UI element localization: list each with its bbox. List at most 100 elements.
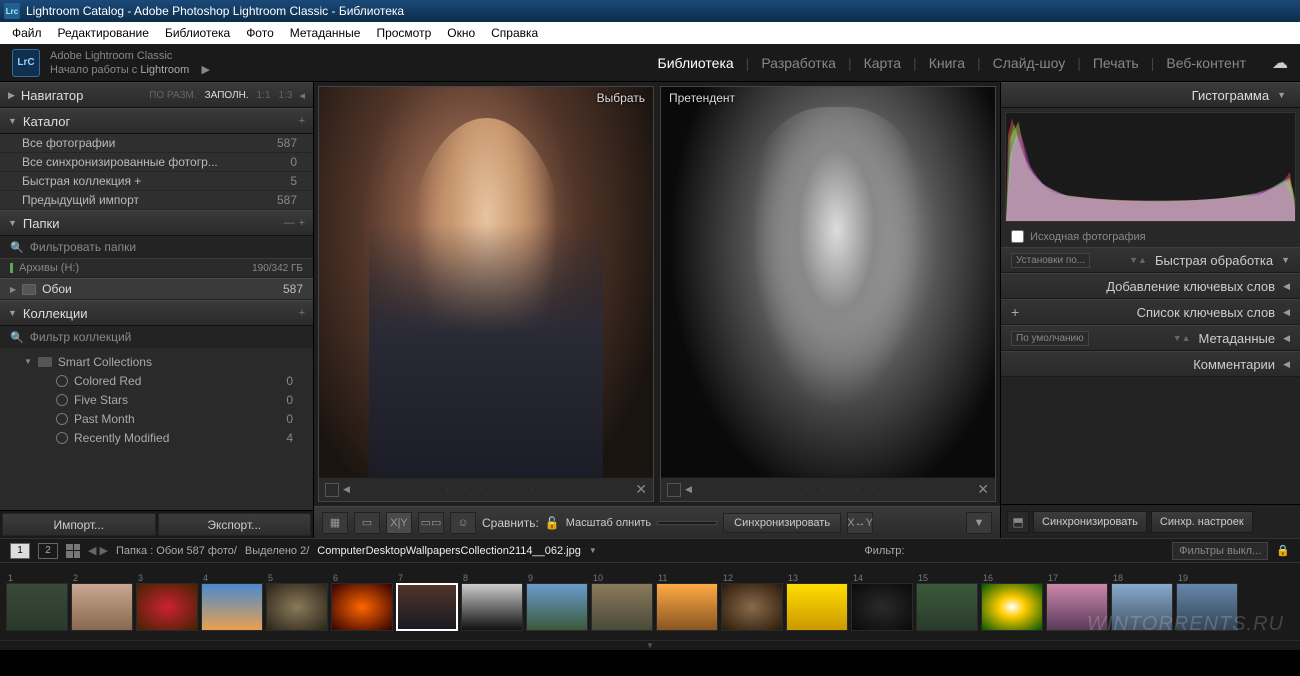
catalog-item-1[interactable]: Все синхронизированные фотогр...0 bbox=[0, 153, 313, 172]
thumbnail-12[interactable] bbox=[721, 583, 783, 631]
collection-item-0[interactable]: Colored Red0 bbox=[0, 371, 313, 390]
catalog-item-0[interactable]: Все фотографии587 bbox=[0, 134, 313, 153]
swap-button[interactable]: X↔Y bbox=[847, 512, 873, 534]
module-6[interactable]: Веб-контент bbox=[1154, 49, 1258, 77]
catalog-header[interactable]: ▼ Каталог + bbox=[0, 108, 313, 134]
filter-dropdown[interactable]: Фильтры выкл... bbox=[1172, 542, 1268, 560]
flag-icon[interactable] bbox=[325, 483, 339, 497]
thumbnail-9[interactable] bbox=[526, 583, 588, 631]
menu-Окно[interactable]: Окно bbox=[439, 24, 483, 42]
plus-icon[interactable]: + bbox=[299, 115, 305, 127]
grid-icon[interactable] bbox=[66, 544, 80, 558]
catalog-item-2[interactable]: Быстрая коллекция +5 bbox=[0, 172, 313, 191]
collection-item-3[interactable]: Recently Modified4 bbox=[0, 428, 313, 447]
candidate-pane[interactable]: Претендент ◀ · · · · · · ✕ bbox=[660, 86, 996, 502]
volume-row[interactable]: Архивы (H:) 190/342 ГБ bbox=[0, 258, 313, 278]
import-button[interactable]: Импорт... bbox=[2, 513, 156, 536]
thumbnail-8[interactable] bbox=[461, 583, 523, 631]
collection-filter[interactable]: 🔍 Фильтр коллекций bbox=[0, 326, 313, 348]
thumbnail-6[interactable] bbox=[331, 583, 393, 631]
monitor-2-button[interactable]: 2 bbox=[38, 543, 58, 559]
zoom-slider[interactable] bbox=[657, 521, 717, 525]
thumbnail-7[interactable] bbox=[396, 583, 458, 631]
histogram[interactable] bbox=[1005, 112, 1296, 222]
menu-Редактирование[interactable]: Редактирование bbox=[50, 24, 157, 42]
compare-view-button[interactable]: X|Y bbox=[386, 512, 412, 534]
survey-view-button[interactable]: ▭▭ bbox=[418, 512, 444, 534]
collapse-icon: ▼ bbox=[1277, 90, 1286, 100]
cloud-icon[interactable]: ☁ bbox=[1272, 53, 1288, 73]
grid-view-button[interactable]: ▦ bbox=[322, 512, 348, 534]
lock-icon[interactable]: 🔒 bbox=[1276, 544, 1290, 557]
comments-header[interactable]: Комментарии ◀ bbox=[1001, 351, 1300, 377]
menu-Справка[interactable]: Справка bbox=[483, 24, 546, 42]
collection-item-1[interactable]: Five Stars0 bbox=[0, 390, 313, 409]
plus-icon[interactable]: + bbox=[299, 217, 305, 229]
keywording-header[interactable]: Добавление ключевых слов ◀ bbox=[1001, 273, 1300, 299]
minus-icon[interactable]: — bbox=[284, 217, 295, 229]
menubar: ФайлРедактированиеБиблиотекаФотоМетаданн… bbox=[0, 22, 1300, 44]
module-1[interactable]: Разработка bbox=[749, 49, 848, 77]
metadata-dropdown[interactable]: По умолчанию bbox=[1011, 331, 1089, 346]
filmstrip-path[interactable]: Папка : Обои 587 фото/ bbox=[116, 545, 237, 557]
sync-metadata-button[interactable]: Синхронизировать bbox=[1033, 511, 1147, 533]
collapse-icon: ▼ bbox=[1281, 255, 1290, 265]
thumbnail-3[interactable] bbox=[136, 583, 198, 631]
close-icon[interactable]: ✕ bbox=[977, 481, 989, 498]
module-2[interactable]: Карта bbox=[852, 49, 913, 77]
quick-develop-header[interactable]: Установки по... ▼▲ Быстрая обработка ▼ bbox=[1001, 247, 1300, 273]
module-0[interactable]: Библиотека bbox=[646, 49, 746, 77]
menu-Просмотр[interactable]: Просмотр bbox=[368, 24, 439, 42]
thumbnail-16[interactable] bbox=[981, 583, 1043, 631]
preset-dropdown[interactable]: Установки по... bbox=[1011, 253, 1090, 268]
collection-item-2[interactable]: Past Month0 bbox=[0, 409, 313, 428]
smart-collections-row[interactable]: ▼ Smart Collections bbox=[0, 352, 313, 371]
loupe-view-button[interactable]: ▭ bbox=[354, 512, 380, 534]
sync-settings-button[interactable]: Синхр. настроек bbox=[1151, 511, 1253, 533]
collections-header[interactable]: ▼ Коллекции + bbox=[0, 300, 313, 326]
plus-icon[interactable]: + bbox=[299, 307, 305, 319]
monitor-1-button[interactable]: 1 bbox=[10, 543, 30, 559]
filmstrip-collapse[interactable]: ▼ bbox=[0, 640, 1300, 650]
thumbnail-11[interactable] bbox=[656, 583, 718, 631]
select-pane[interactable]: Выбрать ◀ · · · · · · ✕ bbox=[318, 86, 654, 502]
module-4[interactable]: Слайд-шоу bbox=[981, 49, 1078, 77]
thumbnail-2[interactable] bbox=[71, 583, 133, 631]
navigator-header[interactable]: ▶ Навигатор ПО РАЗМ.ЗАПОЛН.1:11:3 ◂ bbox=[0, 82, 313, 108]
app-icon: Lrc bbox=[4, 3, 20, 19]
folder-filter[interactable]: 🔍 Фильтровать папки bbox=[0, 236, 313, 258]
menu-Фото[interactable]: Фото bbox=[238, 24, 282, 42]
thumbnail-4[interactable] bbox=[201, 583, 263, 631]
menu-Метаданные[interactable]: Метаданные bbox=[282, 24, 369, 42]
flag-icon[interactable] bbox=[667, 483, 681, 497]
plus-icon[interactable]: + bbox=[1011, 304, 1019, 320]
folders-header[interactable]: ▼ Папки — + bbox=[0, 210, 313, 236]
chevron-left-icon[interactable]: ◀ bbox=[685, 484, 692, 495]
thumbnail-5[interactable] bbox=[266, 583, 328, 631]
export-button[interactable]: Экспорт... bbox=[158, 513, 312, 536]
chevron-down-icon[interactable]: ◂ bbox=[296, 89, 305, 102]
catalog-item-3[interactable]: Предыдущий импорт587 bbox=[0, 191, 313, 210]
people-view-button[interactable]: ☺ bbox=[450, 512, 476, 534]
thumbnail-1[interactable] bbox=[6, 583, 68, 631]
metadata-header[interactable]: По умолчанию ▼▲ Метаданные ◀ bbox=[1001, 325, 1300, 351]
sync-toggle[interactable]: ⬒ bbox=[1007, 511, 1029, 533]
navigator-zoom-options[interactable]: ПО РАЗМ.ЗАПОЛН.1:11:3 bbox=[149, 90, 292, 101]
chevron-left-icon[interactable]: ◀ bbox=[343, 484, 350, 495]
module-3[interactable]: Книга bbox=[917, 49, 977, 77]
histogram-header[interactable]: Гистограмма ▼ bbox=[1001, 82, 1300, 108]
thumbnail-13[interactable] bbox=[786, 583, 848, 631]
thumbnail-10[interactable] bbox=[591, 583, 653, 631]
menu-Файл[interactable]: Файл bbox=[4, 24, 50, 42]
lock-icon[interactable]: 🔓 bbox=[545, 516, 560, 530]
thumbnail-15[interactable] bbox=[916, 583, 978, 631]
menu-Библиотека[interactable]: Библиотека bbox=[157, 24, 238, 42]
module-5[interactable]: Печать bbox=[1081, 49, 1151, 77]
close-icon[interactable]: ✕ bbox=[635, 481, 647, 498]
folder-row[interactable]: ▶ Обои 587 bbox=[0, 278, 313, 300]
sync-button[interactable]: Синхронизировать bbox=[723, 513, 841, 533]
thumbnail-14[interactable] bbox=[851, 583, 913, 631]
toolbar-menu-button[interactable]: ▼ bbox=[966, 512, 992, 534]
keyword-list-header[interactable]: + Список ключевых слов ◀ bbox=[1001, 299, 1300, 325]
original-photo-checkbox[interactable]: Исходная фотография bbox=[1001, 226, 1300, 247]
